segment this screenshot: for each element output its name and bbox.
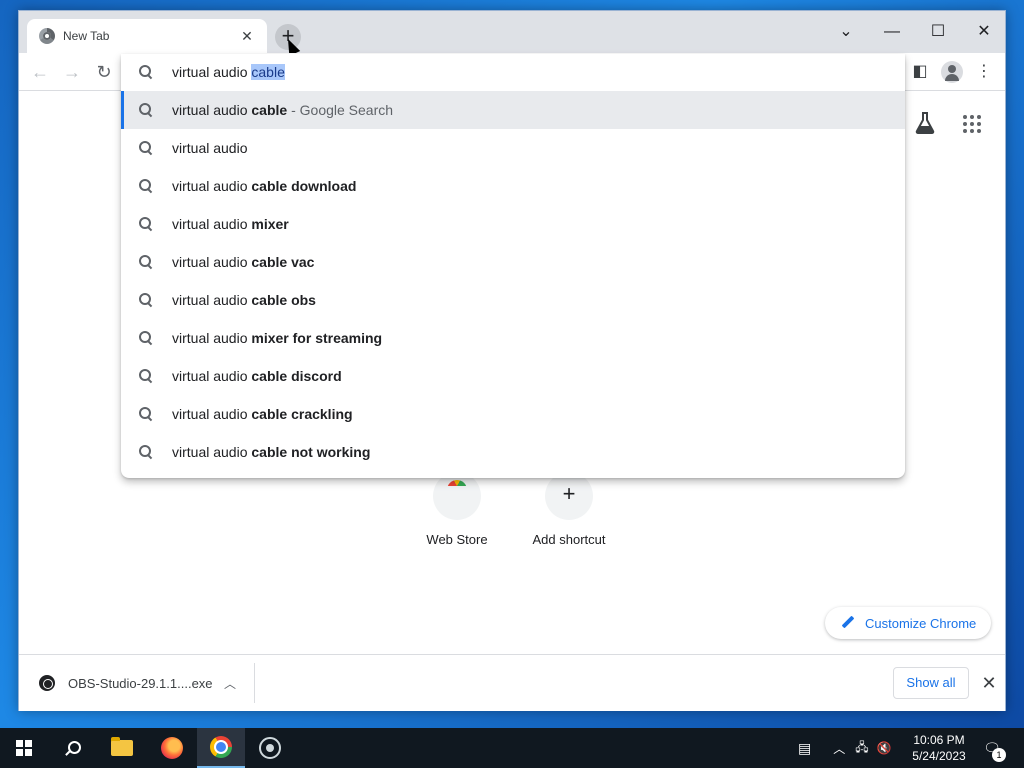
show-hidden-icons-icon[interactable]: ︿ xyxy=(833,740,845,757)
search-icon xyxy=(139,407,153,421)
shortcut-add[interactable]: + Add shortcut xyxy=(519,472,619,547)
tab-search-button[interactable]: ⌄ xyxy=(823,17,869,47)
add-shortcut-icon: + xyxy=(545,472,593,520)
minimize-button[interactable]: — xyxy=(869,17,915,47)
search-icon xyxy=(65,741,81,755)
clock-time: 10:06 PM xyxy=(913,733,965,747)
search-icon xyxy=(139,141,153,155)
shortcut-label: Add shortcut xyxy=(532,532,606,547)
reload-button[interactable]: ↻ xyxy=(91,59,117,85)
obs-icon xyxy=(259,737,281,759)
labs-flask-icon[interactable] xyxy=(915,112,935,134)
suggestion-item[interactable]: virtual audio mixer for streaming xyxy=(121,319,905,357)
news-widget-icon[interactable]: ▤ xyxy=(798,740,811,757)
suggestion-text: virtual audio cable crackling xyxy=(172,406,353,422)
search-icon xyxy=(139,445,153,459)
suggestion-item[interactable]: virtual audio cable not working xyxy=(121,433,905,471)
suggestion-text: virtual audio cable - Google Search xyxy=(172,102,394,118)
taskbar-firefox[interactable] xyxy=(148,728,196,768)
obs-file-icon xyxy=(39,675,55,691)
profile-button[interactable] xyxy=(939,59,965,85)
suggestion-text: virtual audio cable obs xyxy=(172,292,316,308)
download-item[interactable]: OBS-Studio-29.1.1....exe ︿ xyxy=(19,663,255,703)
suggestion-item[interactable]: virtual audio cable obs xyxy=(121,281,905,319)
windows-logo-icon xyxy=(16,740,32,756)
desktop-background xyxy=(0,40,18,80)
maximize-button[interactable]: ☐ xyxy=(915,17,961,47)
suggestion-item[interactable]: virtual audio mixer xyxy=(121,205,905,243)
side-panel-icon[interactable]: ◧ xyxy=(907,59,933,85)
suggestion-item[interactable]: virtual audio cable discord xyxy=(121,357,905,395)
volume-muted-icon[interactable]: 🔇 xyxy=(877,741,892,755)
shortcut-label: Web Store xyxy=(426,532,488,547)
chrome-window: New Tab ✕ + ⌄ — ☐ ✕ ← → ↻ ◧ ⋮ Web Store … xyxy=(18,10,1006,711)
chrome-icon xyxy=(210,736,232,758)
suggestion-text: virtual audio cable download xyxy=(172,178,357,194)
search-icon xyxy=(139,293,153,307)
suggestion-text: virtual audio mixer xyxy=(172,216,289,232)
menu-kebab-icon[interactable]: ⋮ xyxy=(971,59,997,85)
download-file-name: OBS-Studio-29.1.1....exe xyxy=(68,675,213,691)
search-icon xyxy=(139,103,153,117)
download-shelf: OBS-Studio-29.1.1....exe ︿ Show all ✕ xyxy=(19,654,1005,711)
pencil-icon xyxy=(841,616,855,630)
shortcut-web-store[interactable]: Web Store xyxy=(407,472,507,547)
suggestion-text: virtual audio mixer for streaming xyxy=(172,330,383,346)
close-shelf-icon[interactable]: ✕ xyxy=(977,669,1001,697)
suggestion-text: virtual audio cable vac xyxy=(172,254,315,270)
suggestion-text: virtual audio xyxy=(172,140,248,156)
omnibox-dropdown: virtual audio cable virtual audio cable … xyxy=(121,54,905,478)
close-window-button[interactable]: ✕ xyxy=(961,17,1007,47)
suggestion-item[interactable]: virtual audio xyxy=(121,129,905,167)
system-tray: ▤ ︿ 🖧 🔇 xyxy=(798,728,892,768)
suggestion-item[interactable]: virtual audio cable - Google Search xyxy=(121,91,905,129)
tab-title: New Tab xyxy=(63,29,110,43)
search-icon xyxy=(139,65,153,79)
windows-taskbar: ▤ ︿ 🖧 🔇 10:06 PM 5/24/2023 🗨 1 xyxy=(0,728,1024,768)
suggestion-list: virtual audio cable - Google Search virtu… xyxy=(121,91,905,471)
avatar xyxy=(941,61,963,83)
start-button[interactable] xyxy=(0,728,48,768)
google-apps-icon[interactable] xyxy=(963,115,981,133)
chrome-favicon-icon xyxy=(39,28,55,44)
forward-button[interactable]: → xyxy=(59,59,85,85)
title-bar: New Tab ✕ + ⌄ — ☐ ✕ xyxy=(19,11,1007,57)
network-icon[interactable]: 🖧 xyxy=(855,738,868,759)
search-icon xyxy=(139,331,153,345)
web-store-icon xyxy=(433,472,481,520)
taskbar-obs[interactable] xyxy=(246,728,294,768)
folder-icon xyxy=(111,737,133,756)
firefox-icon xyxy=(161,737,183,759)
search-icon xyxy=(139,255,153,269)
search-icon xyxy=(139,217,153,231)
taskbar-search-button[interactable] xyxy=(48,728,96,768)
search-icon xyxy=(139,179,153,193)
notification-count-badge: 1 xyxy=(992,748,1006,762)
tab-new-tab[interactable]: New Tab ✕ xyxy=(27,19,267,53)
taskbar-file-explorer[interactable] xyxy=(98,728,146,768)
customize-label: Customize Chrome xyxy=(865,615,977,631)
suggestion-text: virtual audio cable not working xyxy=(172,444,371,460)
show-all-button[interactable]: Show all xyxy=(893,667,969,699)
suggestion-text: virtual audio cable discord xyxy=(172,368,342,384)
suggestion-item[interactable]: virtual audio cable crackling xyxy=(121,395,905,433)
address-bar-input[interactable]: virtual audio cable xyxy=(121,54,905,90)
search-icon xyxy=(139,369,153,383)
back-button[interactable]: ← xyxy=(27,59,53,85)
suggestion-item[interactable]: virtual audio cable download xyxy=(121,167,905,205)
customize-chrome-button[interactable]: Customize Chrome xyxy=(825,607,991,639)
chevron-up-icon[interactable]: ︿ xyxy=(220,675,240,692)
autocomplete-selection: cable xyxy=(251,64,285,80)
clock-date: 5/24/2023 xyxy=(912,749,966,763)
tab-close-icon[interactable]: ✕ xyxy=(239,28,255,45)
taskbar-clock[interactable]: 10:06 PM 5/24/2023 xyxy=(904,732,974,764)
suggestion-item[interactable]: virtual audio cable vac xyxy=(121,243,905,281)
omnibox-text: virtual audio cable xyxy=(172,64,285,80)
taskbar-chrome[interactable] xyxy=(197,728,245,768)
